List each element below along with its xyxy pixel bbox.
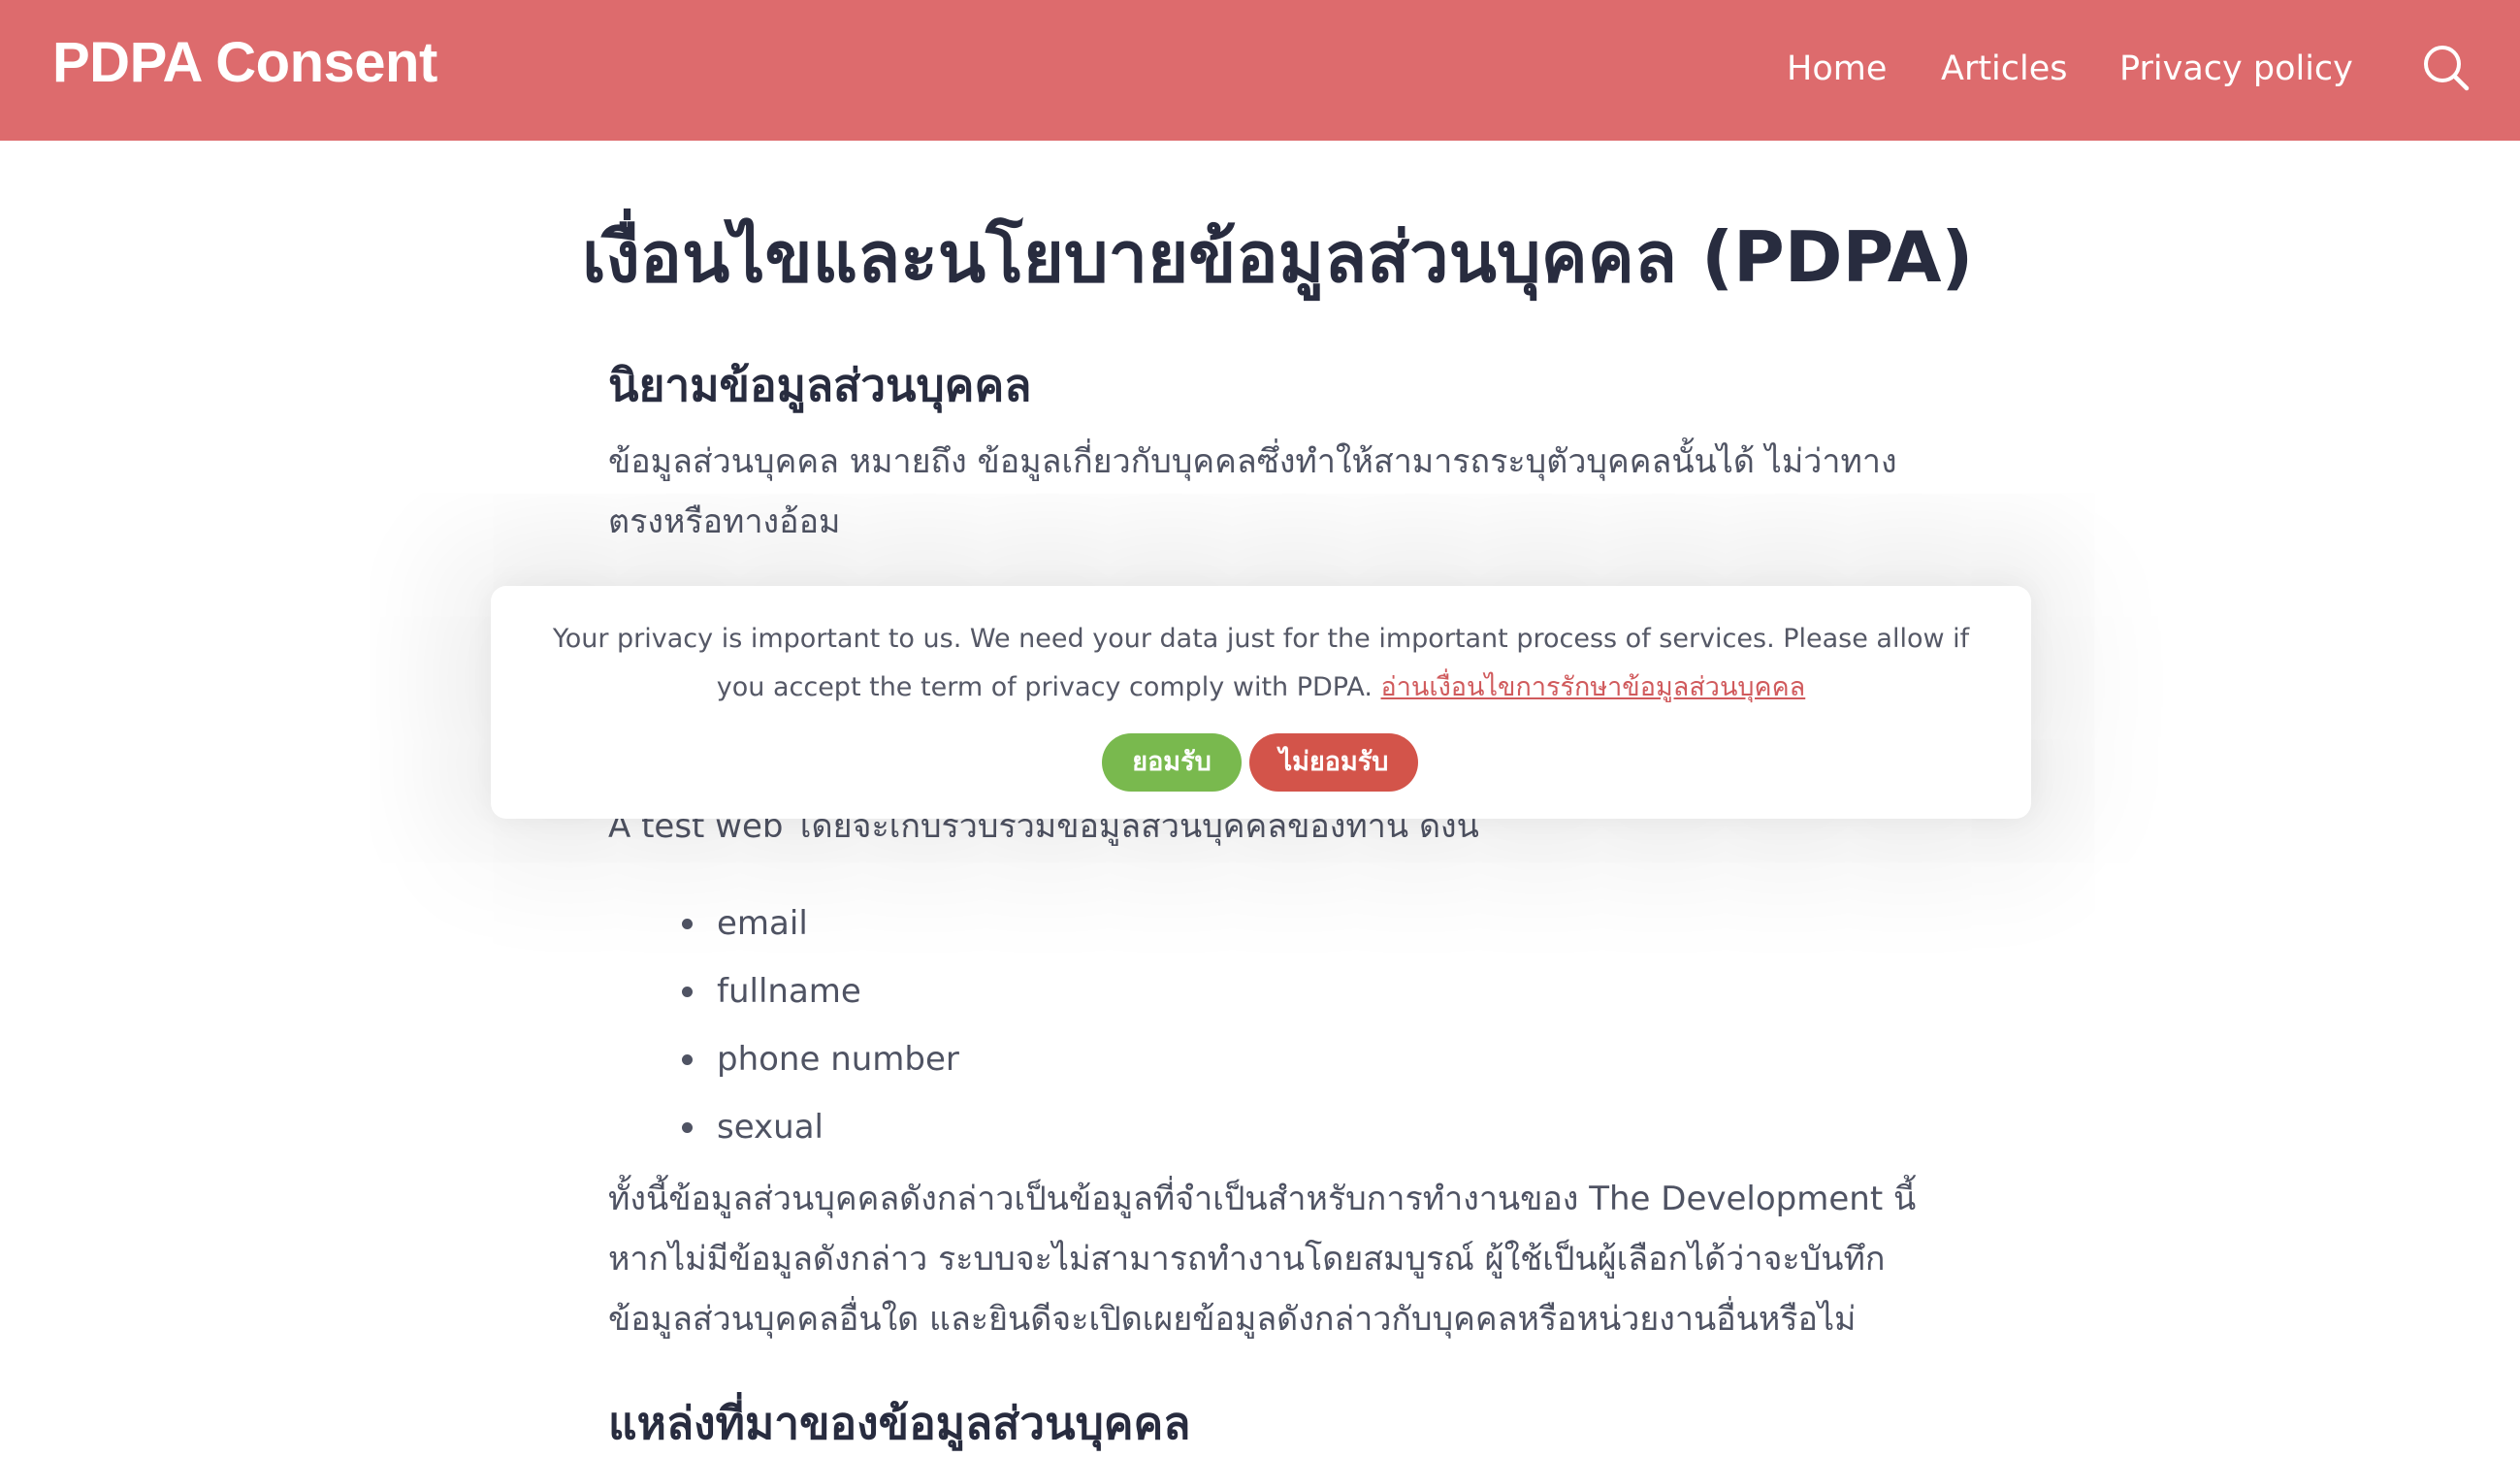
privacy-terms-link[interactable]: อ่านเงื่อนไขการรักษาข้อมูลส่วนบุคคล xyxy=(1381,672,1806,702)
accept-button[interactable]: ยอมรับ xyxy=(1102,733,1242,792)
page-title: เงื่อนไขและนโยบายข้อมูลส่วนบุคคล (PDPA) xyxy=(582,216,1974,298)
nav-home[interactable]: Home xyxy=(1787,41,1887,97)
cookie-consent-dialog: Your privacy is important to us. We need… xyxy=(491,586,2031,819)
sources-heading: แหล่งที่มาของข้อมูลส่วนบุคคล xyxy=(608,1397,1191,1449)
collected-data-list: email fullname phone number sexual xyxy=(608,890,959,1161)
top-navigation-bar: PDPA Consent Home Articles Privacy polic… xyxy=(0,0,2520,141)
definition-paragraph: ข้อมูลส่วนบุคคล หมายถึง ข้อมูลเกี่ยวกับบ… xyxy=(608,442,1897,541)
list-item: email xyxy=(682,890,959,957)
nav-privacy-policy[interactable]: Privacy policy xyxy=(2119,41,2353,97)
nav-articles[interactable]: Articles xyxy=(1941,41,2068,97)
search-icon[interactable] xyxy=(2417,39,2475,97)
decline-button[interactable]: ไม่ยอมรับ xyxy=(1249,733,1418,792)
list-item: fullname xyxy=(682,957,959,1025)
definition-heading: นิยามข้อมูลส่วนบุคคล xyxy=(608,359,1032,411)
list-item: phone number xyxy=(682,1025,959,1093)
list-item: sexual xyxy=(682,1093,959,1161)
consent-message-block: Your privacy is important to us. We need… xyxy=(530,615,1992,712)
note-paragraph: ทั้งนี้ข้อมูลส่วนบุคคลดังกล่าวเป็นข้อมูล… xyxy=(608,1180,1917,1339)
site-logo[interactable]: PDPA Consent xyxy=(52,29,437,97)
